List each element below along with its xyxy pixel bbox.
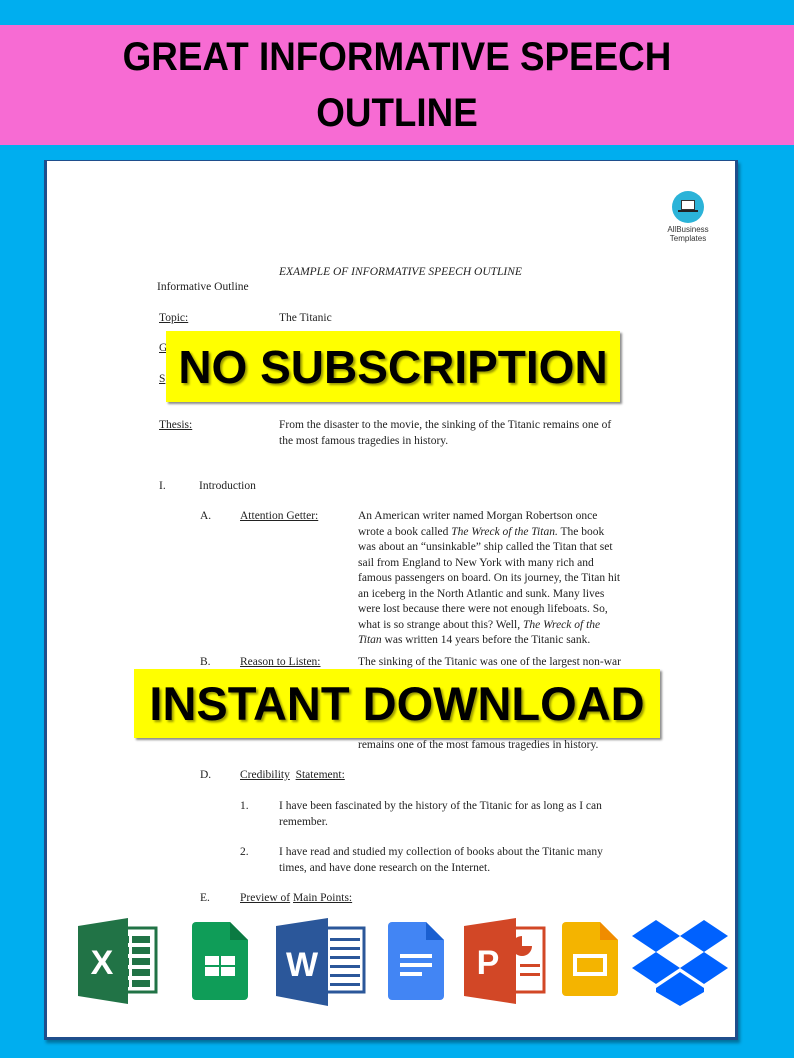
credibility-item-2-number: 2. [240,846,249,858]
google-slides-icon [562,922,618,996]
preview-main-points-label: Preview of Main Points: [240,892,353,904]
item-e-letter: E. [200,892,210,904]
credibility-item-1-text: I have been fascinated by the history of… [279,800,602,828]
topic-label: Topic: [159,312,189,324]
attention-getter-line: famous passengers on board. On its journ… [358,572,621,584]
svg-text:W: W [286,946,319,984]
google-sheets-icon [192,922,248,1000]
laptop-icon [672,191,704,223]
attention-getter-line: were lost because there were not enough … [358,603,608,615]
credibility-statement-label: Credibility Statement: [240,769,345,781]
item-d-letter: D. [200,769,212,781]
google-docs-icon [388,922,444,1000]
svg-text:P: P [477,944,500,982]
compatible-apps-row: X W P [0,918,794,1008]
document-heading: EXAMPLE OF INFORMATIVE SPEECH OUTLINE [279,266,522,278]
credibility-item-2-text: I have read and studied my collection of… [279,846,603,874]
attention-getter-label: Attention Getter: [240,510,319,522]
topic-value: The Titanic [279,312,332,324]
allbusiness-templates-logo: AllBusiness Templates [661,191,715,243]
reason-to-listen-last-line: remains one of the most famous tragedies… [358,739,599,751]
attention-getter-line: an iceberg in the North Atlantic and sun… [358,587,605,600]
powerpoint-icon: P [464,918,546,1004]
attention-getter-line: An American writer named Morgan Robertso… [358,510,598,522]
document-subheading: Informative Outline [157,281,249,293]
page-title: GREAT INFORMATIVE SPEECH OUTLINE [122,35,672,135]
attention-getter-line: wrote a book called The Wreck of the Tit… [358,525,605,538]
thesis-label: Thesis: [159,419,193,431]
no-subscription-banner: NO SUBSCRIPTION [166,331,620,402]
specific-purpose-label: S [159,373,166,385]
instant-download-banner: INSTANT DOWNLOAD [134,669,660,738]
logo-line-1: AllBusiness [667,225,709,234]
thesis-text: From the disaster to the movie, the sink… [279,419,612,447]
attention-getter-line: what is so strange about this? Well, The… [358,618,601,631]
title-band: GREAT INFORMATIVE SPEECH OUTLINE [0,25,794,145]
document-preview: AllBusiness Templates EXAMPLE OF INFORMA… [44,160,738,1040]
attention-getter-line: was about an “unsinkable” ship called th… [358,541,613,553]
section-numeral: I. [159,480,166,492]
excel-icon: X [78,918,158,1004]
logo-line-2: Templates [669,234,707,243]
dropbox-icon [632,920,728,1006]
section-title: Introduction [199,480,256,492]
attention-getter-line: sail from England to New York with many … [358,556,594,569]
attention-getter-text: An American writer named Morgan Robertso… [358,509,668,649]
item-a-letter: A. [200,510,212,522]
attention-getter-line: Titan was written 14 years before the Ti… [358,634,591,646]
credibility-item-1-number: 1. [240,800,249,812]
svg-text:X: X [91,944,114,982]
word-icon: W [276,918,366,1006]
